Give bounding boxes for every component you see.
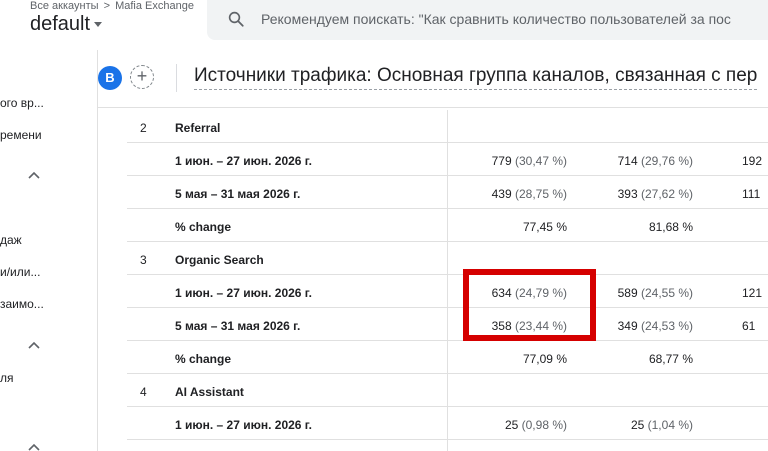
- new-users-value: 714 (29,76 %): [618, 154, 693, 168]
- users-change: 77,09 %: [522, 352, 567, 366]
- report-header: B + Источники трафика: Основная группа к…: [98, 50, 768, 108]
- value: 589: [617, 286, 638, 300]
- percent: (29,76 %): [640, 154, 693, 168]
- row-label: 1 июн. – 27 июн. 2026 г.: [175, 418, 312, 432]
- top-bar: Все аккаунты > Mafia Exchange default Ре…: [0, 0, 768, 50]
- percent: (1,04 %): [647, 418, 693, 432]
- breadcrumb-separator: >: [103, 0, 111, 12]
- value: 349: [617, 319, 638, 333]
- third-column-value: 121: [742, 286, 763, 300]
- chevron-up-icon[interactable]: [28, 341, 40, 349]
- new-users-value: 25 (1,04 %): [631, 418, 693, 432]
- percent: (30,47 %): [514, 154, 567, 168]
- row-label: Referral: [175, 121, 221, 135]
- new-users-change: 68,77 %: [648, 352, 693, 366]
- third-column-value: 61: [742, 319, 756, 333]
- row-label: 5 мая – 31 мая 2026 г.: [175, 319, 301, 333]
- row-label: Organic Search: [175, 253, 264, 267]
- row-label: % change: [175, 352, 232, 366]
- third-column-value: 111: [742, 187, 761, 201]
- value: 25: [504, 418, 519, 432]
- percent: (27,62 %): [640, 187, 693, 201]
- row-index: 3: [140, 253, 147, 267]
- new-users-value: 589 (24,55 %): [618, 286, 693, 300]
- percent: (0,98 %): [521, 418, 567, 432]
- value: 714: [617, 154, 638, 168]
- new-users-value: 349 (24,53 %): [618, 319, 693, 333]
- value: 393: [617, 187, 638, 201]
- breadcrumb-account[interactable]: Mafia Exchange: [115, 0, 194, 12]
- chevron-up-icon[interactable]: [28, 171, 40, 179]
- sidebar: ого вр... ремени даж и/или... заимо... л…: [0, 50, 98, 451]
- column-divider: [447, 110, 448, 451]
- page-title[interactable]: Источники трафика: Основная группа канал…: [194, 65, 758, 90]
- sidebar-item[interactable]: и/или...: [0, 265, 40, 279]
- add-comparison-button[interactable]: +: [130, 65, 154, 89]
- percent: (24,53 %): [640, 319, 693, 333]
- divider: [176, 64, 177, 92]
- users-value: 779 (30,47 %): [492, 154, 567, 168]
- percent: (24,55 %): [640, 286, 693, 300]
- users-value: 439 (28,75 %): [492, 187, 567, 201]
- row-label: 1 июн. – 27 июн. 2026 г.: [175, 154, 312, 168]
- search-icon: [228, 11, 244, 27]
- property-name[interactable]: default: [30, 13, 90, 35]
- row-label: AI Assistant: [175, 385, 244, 399]
- new-users-value: 393 (27,62 %): [618, 187, 693, 201]
- search-bar[interactable]: Рекомендуем поискать: "Как сравнить коли…: [207, 0, 768, 40]
- users-value: 25 (0,98 %): [505, 418, 567, 432]
- sidebar-item[interactable]: даж: [0, 233, 22, 247]
- third-column-value: 192: [742, 154, 763, 168]
- value: 25: [630, 418, 645, 432]
- breadcrumb-root[interactable]: Все аккаунты: [30, 0, 99, 12]
- row-label: 1 июн. – 27 июн. 2026 г.: [175, 286, 312, 300]
- sidebar-item[interactable]: заимо...: [0, 297, 44, 311]
- value: 779: [491, 154, 512, 168]
- chevron-up-icon[interactable]: [28, 443, 40, 451]
- breadcrumb[interactable]: Все аккаунты > Mafia Exchange: [30, 0, 194, 12]
- sidebar-item[interactable]: ремени: [0, 128, 42, 142]
- row-label: 5 мая – 31 мая 2026 г.: [175, 187, 301, 201]
- percent: (28,75 %): [514, 187, 567, 201]
- caret-down-icon: [94, 22, 103, 28]
- row-label: % change: [175, 220, 232, 234]
- search-input[interactable]: Рекомендуем поискать: "Как сравнить коли…: [261, 11, 731, 27]
- property-selector[interactable]: default: [30, 13, 103, 36]
- sidebar-item[interactable]: ля: [0, 371, 14, 385]
- comparison-avatar[interactable]: B: [98, 66, 122, 90]
- row-index: 2: [140, 121, 147, 135]
- users-change: 77,45 %: [522, 220, 567, 234]
- highlight-annotation: [463, 269, 596, 341]
- sidebar-item[interactable]: ого вр...: [0, 96, 44, 110]
- row-index: 4: [140, 385, 147, 399]
- value: 439: [491, 187, 512, 201]
- new-users-change: 81,68 %: [648, 220, 693, 234]
